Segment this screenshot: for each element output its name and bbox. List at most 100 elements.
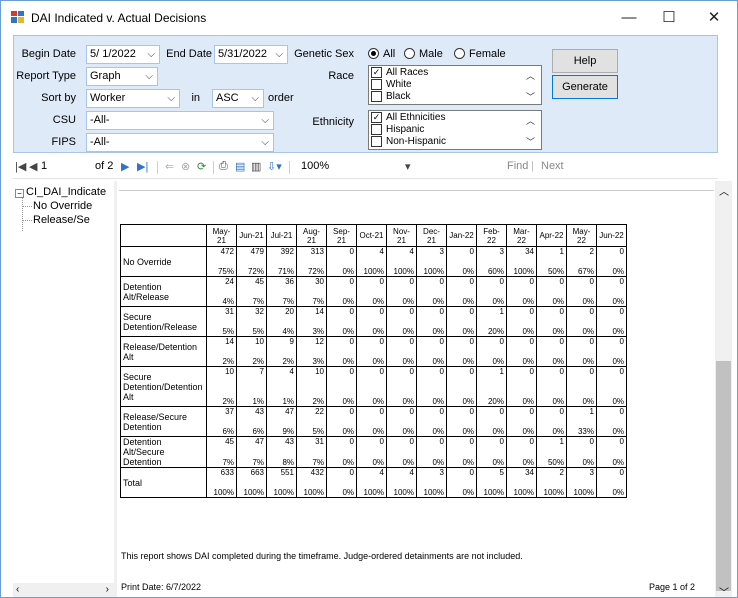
report-vertical-scrollbar[interactable]: ︿ ﹀ (715, 181, 732, 597)
count-cell: 392 (266, 246, 297, 262)
tree-root[interactable]: − CI_DAI_Indicate (15, 186, 106, 198)
sex-male-radio[interactable] (404, 48, 415, 59)
count-cell: 0 (566, 336, 597, 352)
count-cell: 4 (266, 366, 297, 387)
app-icon (11, 11, 24, 23)
count-cell: 0 (506, 276, 537, 292)
report-note: This report shows DAI completed during t… (121, 551, 523, 561)
scroll-down-icon[interactable]: ﹀ (526, 135, 535, 148)
tree-horizontal-scrollbar[interactable]: ‹ › (13, 583, 114, 597)
ethnicity-listbox[interactable]: ✓ All Ethnicities Hispanic Non-Hispanic … (368, 110, 542, 150)
percent-cell: 7% (296, 452, 327, 468)
print-layout-icon[interactable]: ▤ (235, 160, 245, 173)
count-cell: 0 (566, 436, 597, 452)
scroll-up-icon[interactable]: ︿ (526, 114, 535, 127)
collapse-icon[interactable]: − (15, 189, 24, 198)
count-cell: 0 (596, 406, 627, 422)
zoom-select[interactable]: 100% (301, 160, 329, 172)
find-link[interactable]: Find (507, 160, 528, 172)
minimize-button[interactable]: — (614, 7, 644, 29)
count-cell: 633 (206, 467, 237, 483)
print-icon[interactable]: ⎙ (219, 160, 228, 173)
percent-cell: 0% (506, 291, 537, 307)
report-type-select[interactable]: Graph ⌵ (86, 67, 158, 86)
fips-value: -All- (90, 136, 110, 148)
count-cell: 0 (476, 336, 507, 352)
sex-all-radio[interactable] (368, 48, 379, 59)
column-header: Jun-21 (236, 224, 267, 247)
scroll-up-icon[interactable]: ︿ (719, 183, 729, 198)
end-date-picker[interactable]: 5/31/2022 ⌵ (214, 45, 288, 64)
order-select[interactable]: ASC ⌵ (212, 89, 264, 108)
percent-cell: 0% (356, 421, 387, 437)
count-cell: 0 (566, 306, 597, 322)
current-page-field[interactable]: 1 (41, 160, 47, 172)
percent-cell: 100% (356, 261, 387, 277)
count-cell: 0 (446, 436, 477, 452)
count-cell: 0 (506, 436, 537, 452)
help-button[interactable]: Help (552, 49, 618, 73)
find-next-link[interactable]: Next (541, 160, 564, 172)
count-cell: 36 (266, 276, 297, 292)
refresh-icon[interactable]: ⟳ (197, 160, 206, 173)
previous-page-icon[interactable]: ◀ (29, 160, 37, 173)
count-cell: 10 (206, 366, 237, 387)
count-cell: 34 (506, 246, 537, 262)
count-cell: 0 (446, 276, 477, 292)
page-setup-icon[interactable]: ▥ (251, 160, 261, 173)
count-cell: 22 (296, 406, 327, 422)
begin-date-picker[interactable]: 5/ 1/2022 ⌵ (86, 45, 160, 64)
scroll-down-icon[interactable]: ﹀ (719, 584, 729, 597)
find-separator: | (531, 160, 534, 172)
count-cell: 0 (326, 406, 357, 422)
csu-select[interactable]: -All- ⌵ (86, 111, 274, 130)
maximize-button[interactable]: ☐ (654, 7, 684, 29)
page-indicator: Page 1 of 2 (649, 582, 696, 592)
tree-node-no-override[interactable]: No Override (33, 200, 92, 212)
count-cell: 1 (536, 246, 567, 262)
percent-cell: 0% (326, 321, 357, 337)
back-icon[interactable]: ⇐ (165, 160, 174, 173)
race-listbox[interactable]: ✓ All Races White Black ︿ ﹀ (368, 65, 542, 105)
count-cell: 3 (476, 246, 507, 262)
chevron-down-icon: ⌵ (261, 137, 269, 148)
percent-cell: 0% (506, 386, 537, 407)
scroll-up-icon[interactable]: ︿ (526, 69, 535, 82)
next-page-icon[interactable]: ▶ (121, 160, 129, 173)
percent-cell: 0% (536, 421, 567, 437)
fips-select[interactable]: -All- ⌵ (86, 133, 274, 152)
percent-cell: 0% (536, 386, 567, 407)
percent-cell: 100% (266, 482, 297, 498)
sort-by-value: Worker (90, 92, 126, 104)
percent-cell: 4% (206, 291, 237, 307)
last-page-icon[interactable]: ▶| (137, 160, 148, 173)
export-icon[interactable]: ⇩▾ (267, 160, 282, 173)
sort-by-select[interactable]: Worker ⌵ (86, 89, 180, 108)
scroll-down-icon[interactable]: ﹀ (526, 90, 535, 103)
count-cell: 32 (236, 306, 267, 322)
scroll-right-icon[interactable]: › (106, 584, 109, 595)
generate-button[interactable]: Generate (552, 75, 618, 99)
percent-cell: 0% (506, 351, 537, 367)
percent-cell: 0% (476, 291, 507, 307)
scroll-thumb[interactable] (716, 361, 731, 591)
percent-cell: 0% (446, 452, 477, 468)
count-cell: 0 (536, 336, 567, 352)
first-page-icon[interactable]: |◀ (15, 160, 26, 173)
count-cell: 0 (446, 366, 477, 387)
chevron-down-icon[interactable]: ▾ (405, 160, 411, 173)
count-cell: 0 (476, 436, 507, 452)
row-label: Secure Detention/Release (120, 306, 207, 337)
column-header: Apr-22 (536, 224, 567, 247)
sex-female-radio[interactable] (454, 48, 465, 59)
percent-cell: 2% (266, 351, 297, 367)
percent-cell: 0% (356, 321, 387, 337)
count-cell: 0 (386, 336, 417, 352)
scroll-left-icon[interactable]: ‹ (16, 584, 19, 595)
close-button[interactable]: ✕ (699, 7, 729, 29)
percent-cell: 0% (326, 421, 357, 437)
print-date: Print Date: 6/7/2022 (121, 582, 202, 592)
percent-cell: 0% (416, 321, 447, 337)
stop-icon[interactable]: ⊗ (181, 160, 190, 173)
tree-node-release-secure[interactable]: Release/Se (33, 214, 90, 226)
